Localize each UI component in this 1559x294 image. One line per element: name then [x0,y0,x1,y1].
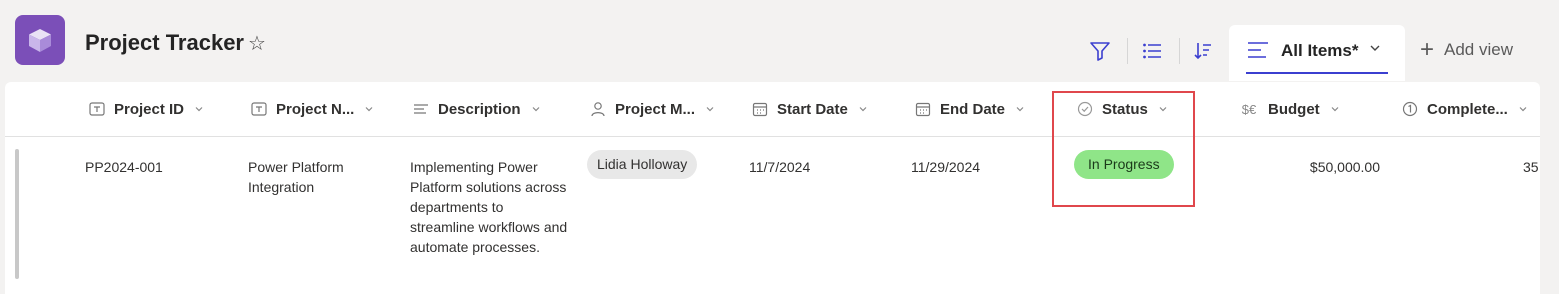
column-header-end-date[interactable]: End Date [914,100,1025,118]
view-label: All Items* [1281,41,1359,60]
chevron-down-icon [858,104,868,114]
row-selection-handle[interactable] [15,149,19,279]
cell-start-date[interactable]: 11/7/2024 [749,157,810,177]
multiline-text-icon [412,100,430,118]
sort-icon[interactable] [1190,38,1216,64]
plus-icon: + [1420,36,1435,63]
add-view-button[interactable]: + Add view [1420,36,1513,63]
person-icon [589,100,607,118]
group-list-icon[interactable] [1139,38,1165,64]
chevron-down-icon [364,104,374,114]
person-pill-project-manager[interactable]: Lidia Holloway [587,150,698,179]
column-label: Complete... [1427,100,1508,118]
column-label: End Date [940,100,1006,118]
column-header-project-manager[interactable]: Project M... [589,100,715,118]
chevron-down-icon [1518,104,1528,114]
column-header-project-id[interactable]: Project ID [88,100,204,118]
toolbar-separator [1179,38,1180,64]
currency-icon: $€ [1241,101,1257,117]
view-selector[interactable]: All Items* [1229,25,1405,81]
column-header-project-name[interactable]: Project N... [250,100,374,118]
column-header-start-date[interactable]: Start Date [751,100,868,118]
filter-icon[interactable] [1087,38,1113,64]
column-label: Description [438,100,521,118]
cell-complete[interactable]: 35 [1523,157,1539,177]
cell-project-name[interactable]: Power Platform Integration [248,157,378,197]
chevron-down-icon [531,104,541,114]
list-grid: Project ID Project N... Description Proj… [5,82,1540,294]
chevron-down-icon [194,104,204,114]
app-logo [15,15,65,65]
text-field-icon [250,100,268,118]
cube-icon [29,29,51,52]
column-header-budget[interactable]: $€ Budget [1238,100,1340,118]
chevron-down-icon [705,104,715,114]
cell-end-date[interactable]: 11/29/2024 [911,157,980,177]
number-icon [1401,100,1419,118]
column-label: Start Date [777,100,848,118]
status-highlight-box [1052,91,1195,207]
chevron-down-icon [1015,104,1025,114]
column-label: Project M... [615,100,696,118]
column-header-description[interactable]: Description [412,100,541,118]
active-view-underline [1246,72,1388,74]
cell-description[interactable]: Implementing Power Platform solutions ac… [410,157,570,257]
toolbar-separator [1127,38,1128,64]
cell-budget[interactable]: $50,000.00 [1230,157,1380,177]
page-title: Project Tracker [85,30,244,55]
calendar-icon [914,100,932,118]
calendar-icon [751,100,769,118]
column-header-complete[interactable]: Complete... [1401,100,1528,118]
chevron-down-icon [1330,104,1340,114]
chevron-down-icon [1370,45,1380,51]
cell-project-id[interactable]: PP2024-001 [85,157,163,177]
text-field-icon [88,100,106,118]
column-label: Project N... [276,100,355,118]
view-list-icon [1248,42,1268,58]
star-icon[interactable]: ☆ [248,31,266,56]
add-view-label: Add view [1444,40,1513,59]
column-label: Project ID [114,100,185,118]
column-header-row: Project ID Project N... Description Proj… [5,82,1540,137]
column-label: Budget [1268,100,1320,118]
